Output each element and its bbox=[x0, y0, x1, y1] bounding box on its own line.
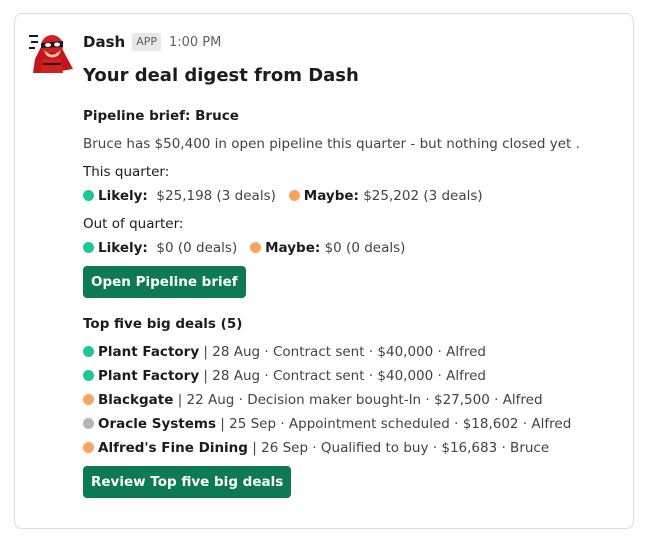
deal-list-item: Plant Factory | 28 Aug · Contract sent ·… bbox=[83, 342, 486, 362]
app-badge: APP bbox=[132, 33, 161, 51]
deal-status-icon bbox=[83, 346, 94, 357]
top-deals-heading: Top five big deals (5) bbox=[83, 316, 243, 332]
deal-details: | 25 Sep · Appointment scheduled · $18,6… bbox=[220, 416, 572, 432]
timestamp[interactable]: 1:00 PM bbox=[169, 35, 221, 50]
deal-details: | 28 Aug · Contract sent · $40,000 · Alf… bbox=[203, 344, 486, 360]
open-pipeline-brief-button[interactable]: Open Pipeline brief bbox=[83, 266, 246, 298]
deal-details: | 22 Aug · Decision maker bought-In · $2… bbox=[177, 392, 543, 408]
superhero-avatar-icon[interactable] bbox=[29, 29, 75, 75]
deal-status-icon bbox=[83, 418, 94, 429]
deal-name-link[interactable]: Oracle Systems bbox=[98, 416, 216, 432]
likely-value: $0 (0 deals) bbox=[156, 240, 238, 256]
deal-status-icon bbox=[83, 370, 94, 381]
deal-name-link[interactable]: Plant Factory bbox=[98, 344, 199, 360]
maybe-value: $25,202 (3 deals) bbox=[363, 188, 483, 204]
review-top-deals-button[interactable]: Review Top five big deals bbox=[83, 466, 292, 498]
deal-name-link[interactable]: Plant Factory bbox=[98, 368, 199, 384]
deal-list-item: Blackgate | 22 Aug · Decision maker boug… bbox=[83, 390, 543, 410]
this-quarter-label: This quarter: bbox=[83, 164, 170, 180]
deal-name-link[interactable]: Alfred's Fine Dining bbox=[98, 440, 248, 456]
deal-details: | 28 Aug · Contract sent · $40,000 · Alf… bbox=[203, 368, 486, 384]
maybe-label: Maybe: bbox=[265, 240, 321, 256]
deal-list-item: Plant Factory | 28 Aug · Contract sent ·… bbox=[83, 366, 486, 386]
pipeline-summary: Bruce has $50,400 in open pipeline this … bbox=[83, 136, 580, 152]
maybe-status-icon bbox=[250, 242, 262, 253]
pipeline-heading: Pipeline brief: Bruce bbox=[83, 108, 239, 124]
maybe-label: Maybe: bbox=[303, 188, 359, 204]
out-quarter-row: Likely: $0 (0 deals) Maybe: $0 (0 deals) bbox=[83, 238, 405, 258]
message-content: Dash APP 1:00 PM Your deal digest from D… bbox=[83, 30, 623, 498]
likely-value: $25,198 (3 deals) bbox=[156, 188, 276, 204]
deal-status-icon bbox=[83, 442, 94, 453]
likely-label: Likely: bbox=[98, 240, 148, 256]
deal-name-link[interactable]: Blackgate bbox=[98, 392, 173, 408]
likely-status-icon bbox=[83, 190, 94, 201]
message-title: Your deal digest from Dash bbox=[83, 65, 359, 86]
deal-status-icon bbox=[83, 394, 94, 405]
likely-status-icon bbox=[83, 242, 94, 253]
out-quarter-label: Out of quarter: bbox=[83, 216, 184, 232]
deal-list-item: Alfred's Fine Dining | 26 Sep · Qualifie… bbox=[83, 438, 549, 458]
message-header: Dash APP 1:00 PM bbox=[83, 30, 623, 54]
deal-details: | 26 Sep · Qualified to buy · $16,683 · … bbox=[252, 440, 550, 456]
maybe-status-icon bbox=[288, 190, 300, 201]
this-quarter-row: Likely: $25,198 (3 deals) Maybe: $25,202… bbox=[83, 186, 483, 206]
likely-label: Likely: bbox=[98, 188, 148, 204]
sender-name[interactable]: Dash bbox=[83, 33, 125, 51]
deal-list-item: Oracle Systems | 25 Sep · Appointment sc… bbox=[83, 414, 571, 434]
maybe-value: $0 (0 deals) bbox=[324, 240, 406, 256]
